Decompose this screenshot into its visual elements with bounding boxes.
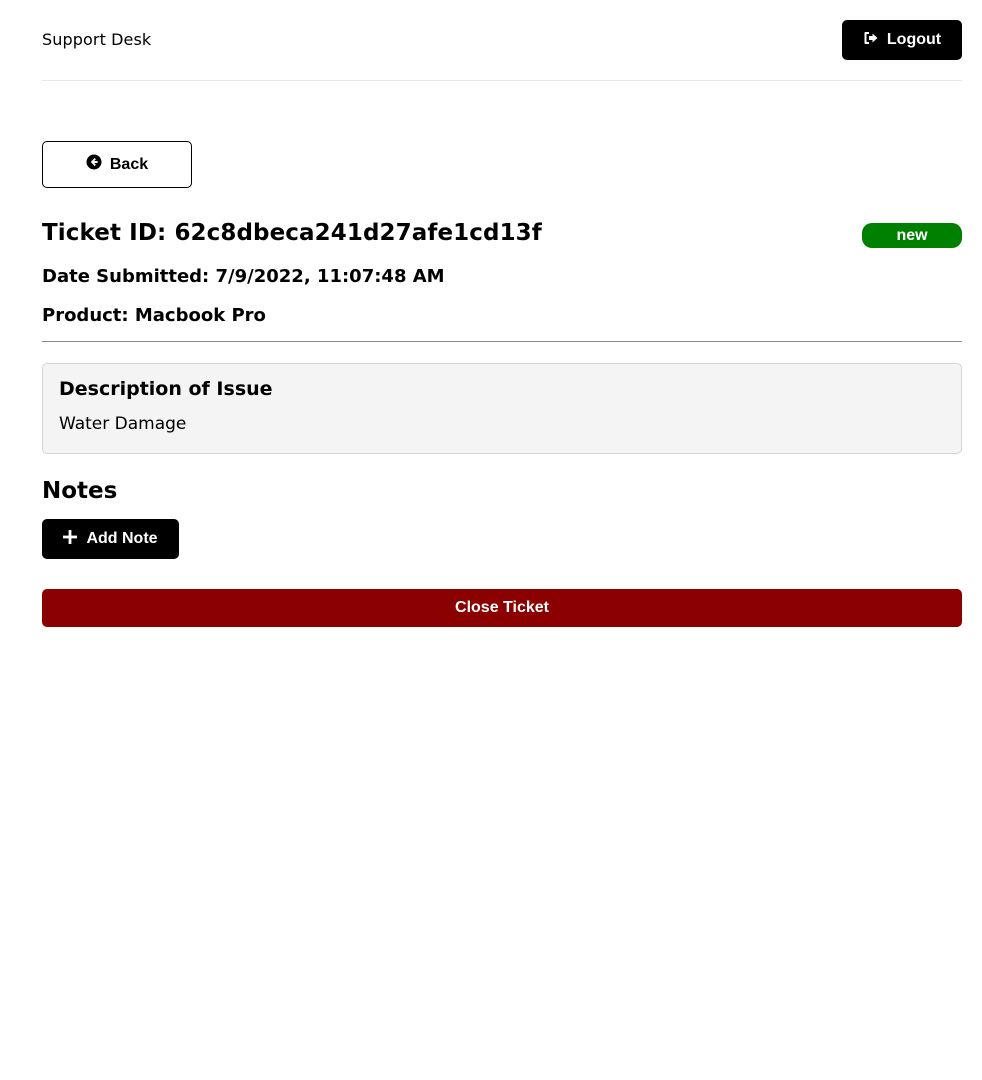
back-label: Back bbox=[109, 155, 149, 173]
logout-button[interactable]: Logout bbox=[842, 20, 962, 60]
page: Support Desk Logout Back Ticket ID: 62c8… bbox=[0, 0, 982, 1080]
date-submitted: Date Submitted: 7/9/2022, 11:07:48 AM bbox=[42, 266, 445, 287]
product-line: Product: Macbook Pro bbox=[42, 305, 266, 326]
close-ticket-button[interactable]: Close Ticket bbox=[42, 589, 962, 627]
back-button[interactable]: Back bbox=[42, 141, 192, 188]
brand-link[interactable]: Support Desk bbox=[42, 30, 151, 49]
logout-label: Logout bbox=[886, 31, 942, 48]
ticket-id-heading: Ticket ID: 62c8dbeca241d27afe1cd13f bbox=[42, 220, 542, 246]
plus-icon bbox=[63, 529, 78, 549]
arrow-circle-left-icon bbox=[86, 154, 102, 175]
sign-out-icon bbox=[863, 30, 879, 51]
description-text: Water Damage bbox=[59, 414, 187, 434]
site-header: Support Desk Logout bbox=[42, 0, 962, 81]
description-heading: Description of Issue bbox=[59, 378, 273, 400]
divider bbox=[42, 341, 962, 342]
add-note-label: Add Note bbox=[86, 530, 158, 547]
status-badge: new bbox=[862, 223, 962, 248]
notes-heading: Notes bbox=[42, 478, 118, 504]
add-note-button[interactable]: Add Note bbox=[42, 519, 179, 559]
description-box: Description of Issue Water Damage bbox=[42, 363, 962, 454]
